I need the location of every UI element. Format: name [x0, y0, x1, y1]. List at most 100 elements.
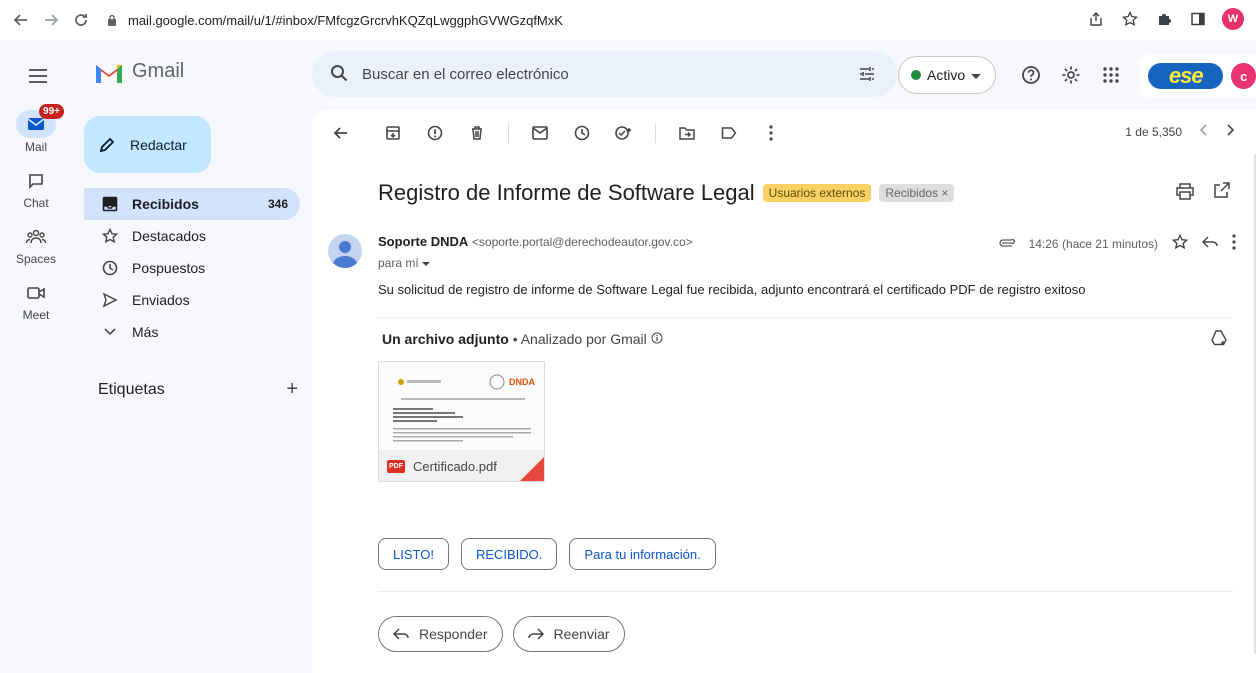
- trash-icon[interactable]: [466, 122, 488, 144]
- label-chip-external[interactable]: Usuarios externos: [762, 184, 872, 202]
- sidebar-item-label: Enviados: [132, 292, 190, 308]
- bookmark-star-icon[interactable]: [1120, 9, 1140, 29]
- reload-icon[interactable]: [70, 9, 92, 31]
- smart-reply-button[interactable]: Para tu información.: [569, 538, 716, 570]
- add-to-tasks-icon[interactable]: [613, 122, 635, 144]
- move-to-folder-icon[interactable]: [676, 122, 698, 144]
- info-icon[interactable]: [651, 331, 663, 347]
- search-icon[interactable]: [330, 64, 348, 85]
- more-options-icon[interactable]: [760, 122, 782, 144]
- rail-label: Spaces: [15, 252, 57, 266]
- mark-unread-icon[interactable]: [529, 122, 551, 144]
- add-label-button[interactable]: +: [286, 378, 298, 401]
- app-rail: 99+ Mail Chat Spaces Meet: [0, 104, 72, 336]
- sidebar-item-label: Destacados: [132, 228, 206, 244]
- smart-reply-button[interactable]: LISTO!: [378, 538, 449, 570]
- search-bar[interactable]: [312, 51, 897, 97]
- back-to-inbox-icon[interactable]: [330, 122, 352, 144]
- forward-button[interactable]: Reenviar: [512, 616, 625, 652]
- url-text: mail.google.com/mail/u/1/#inbox/FMfcgzGr…: [128, 12, 563, 28]
- reply-arrow-icon: [393, 628, 409, 640]
- rail-item-chat[interactable]: Chat: [0, 168, 72, 210]
- help-icon[interactable]: [1020, 64, 1042, 86]
- sender-avatar[interactable]: [328, 234, 362, 268]
- toolbar-divider: [655, 123, 656, 143]
- main-menu-icon[interactable]: [24, 62, 52, 90]
- status-selector[interactable]: Activo: [898, 56, 996, 94]
- apps-grid-icon[interactable]: [1100, 64, 1122, 86]
- pagination: 1 de 5,350: [1125, 124, 1235, 139]
- address-bar[interactable]: mail.google.com/mail/u/1/#inbox/FMfcgzGr…: [104, 5, 1164, 35]
- compose-button[interactable]: Redactar: [84, 116, 211, 173]
- rail-label: Chat: [23, 196, 49, 210]
- lock-icon: [104, 12, 120, 28]
- inbox-icon: [100, 196, 120, 212]
- recipient-toggle[interactable]: para mí: [378, 256, 431, 270]
- attachment-card[interactable]: DNDA PDF Certificado.pdf: [378, 361, 545, 482]
- sidebar-item-starred[interactable]: Destacados: [84, 220, 300, 252]
- sidebar-item-label: Pospuestos: [132, 260, 206, 276]
- dropdown-arrow-icon: [422, 256, 431, 270]
- star-icon: [100, 228, 120, 244]
- reply-actions: Responder Reenviar: [378, 616, 625, 652]
- chat-icon: [29, 174, 43, 189]
- labels-heading: Etiquetas: [98, 380, 165, 398]
- app-name: Gmail: [132, 60, 185, 82]
- message-time: 14:26 (hace 21 minutos): [1028, 236, 1158, 251]
- preview-brand: DNDA: [509, 377, 535, 387]
- smart-replies: LISTO! RECIBIDO. Para tu información.: [378, 538, 716, 570]
- report-spam-icon[interactable]: [424, 122, 446, 144]
- search-options-icon[interactable]: [857, 64, 877, 87]
- snooze-clock-icon[interactable]: [571, 122, 593, 144]
- organization-account-box[interactable]: ese c: [1140, 55, 1256, 97]
- extensions-puzzle-icon[interactable]: [1154, 9, 1174, 29]
- attachment-footer: PDF Certificado.pdf: [379, 450, 544, 481]
- archive-icon[interactable]: [382, 122, 404, 144]
- label-chip-inbox[interactable]: Recibidos ×: [879, 184, 955, 202]
- forward-arrow-icon[interactable]: [40, 9, 62, 31]
- scan-note: Analizado por Gmail: [520, 331, 647, 347]
- reply-arrow-icon[interactable]: [1201, 236, 1218, 251]
- spaces-people-icon: [26, 229, 46, 244]
- meet-camera-icon: [27, 287, 45, 299]
- message-more-icon[interactable]: [1232, 234, 1236, 253]
- next-chevron-icon[interactable]: [1226, 124, 1235, 139]
- print-icon[interactable]: [1176, 182, 1194, 203]
- attachment-clip-icon: [999, 237, 1015, 251]
- account-avatar[interactable]: c: [1231, 63, 1256, 89]
- attachment-filename: Certificado.pdf: [413, 459, 497, 474]
- sender-email: <soporte.portal@derechodeautor.gov.co>: [471, 235, 693, 249]
- rail-item-meet[interactable]: Meet: [0, 280, 72, 322]
- sidebar-item-label: Recibidos: [132, 196, 199, 212]
- reply-label: Responder: [419, 626, 488, 642]
- smart-reply-button[interactable]: RECIBIDO.: [460, 538, 558, 570]
- sidebar-item-snoozed[interactable]: Pospuestos: [84, 252, 300, 284]
- search-input[interactable]: [362, 65, 832, 83]
- clock-icon: [100, 260, 120, 276]
- share-icon[interactable]: [1086, 9, 1106, 29]
- compose-label: Redactar: [130, 136, 187, 153]
- sidebar-item-more[interactable]: Más: [84, 316, 300, 348]
- back-arrow-icon[interactable]: [10, 9, 32, 31]
- sender-name[interactable]: Soporte DNDA: [378, 234, 468, 249]
- star-message-icon[interactable]: [1171, 233, 1189, 253]
- sidebar-item-inbox[interactable]: Recibidos 346: [84, 188, 300, 220]
- rail-label: Mail: [24, 140, 47, 154]
- sidebar-item-sent[interactable]: Enviados: [84, 284, 300, 316]
- settings-gear-icon[interactable]: [1060, 64, 1082, 86]
- reply-button[interactable]: Responder: [378, 616, 503, 652]
- status-label: Activo: [927, 67, 966, 83]
- gmail-logo[interactable]: Gmail: [94, 60, 184, 83]
- rail-item-spaces[interactable]: Spaces: [0, 224, 72, 266]
- chevron-down-icon: [100, 328, 120, 336]
- attachments-count: Un archivo adjunto: [382, 331, 509, 347]
- open-new-window-icon[interactable]: [1214, 182, 1230, 203]
- add-to-drive-icon[interactable]: [1210, 330, 1228, 349]
- previous-chevron-icon[interactable]: [1199, 124, 1208, 139]
- label-tag-icon[interactable]: [718, 122, 740, 144]
- side-panel-icon[interactable]: [1188, 9, 1208, 29]
- dropdown-arrow-icon: [971, 67, 982, 83]
- pencil-icon: [99, 137, 115, 152]
- rail-item-mail[interactable]: 99+ Mail: [0, 104, 72, 154]
- browser-profile-avatar[interactable]: W: [1222, 8, 1244, 30]
